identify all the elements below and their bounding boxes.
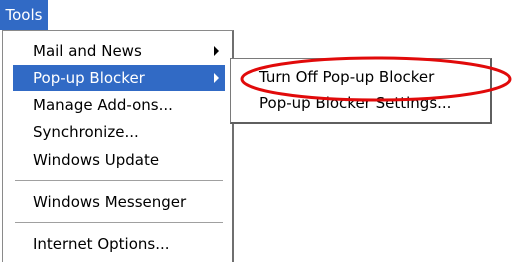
- popup-blocker-submenu: Turn Off Pop-up Blocker Pop-up Blocker S…: [230, 58, 492, 124]
- menu-item-label: Turn Off Pop-up Blocker: [259, 68, 435, 86]
- menu-item-popup-blocker-settings[interactable]: Pop-up Blocker Settings...: [235, 90, 485, 116]
- menu-item-label: Mail and News: [33, 42, 142, 60]
- tools-menu-label: Tools: [5, 6, 43, 24]
- menu-item-mail-and-news[interactable]: Mail and News: [13, 38, 225, 64]
- tools-menu-tab[interactable]: Tools: [0, 0, 48, 30]
- menu-item-label: Synchronize...: [33, 123, 139, 141]
- menu-separator: [15, 222, 223, 224]
- menu-item-internet-options[interactable]: Internet Options...: [13, 231, 225, 257]
- menu-item-manage-add-ons[interactable]: Manage Add-ons...: [13, 92, 225, 118]
- menu-item-label: Pop-up Blocker Settings...: [259, 94, 452, 112]
- menu-item-windows-messenger[interactable]: Windows Messenger: [13, 189, 225, 215]
- menu-item-synchronize[interactable]: Synchronize...: [13, 119, 225, 145]
- menu-item-label: Windows Messenger: [33, 193, 187, 211]
- menu-item-label: Manage Add-ons...: [33, 96, 173, 114]
- tools-dropdown-menu: Mail and News Pop-up Blocker Manage Add-…: [2, 30, 234, 262]
- menu-item-popup-blocker[interactable]: Pop-up Blocker: [13, 65, 225, 91]
- chevron-right-icon: [214, 73, 219, 83]
- menu-item-label: Pop-up Blocker: [33, 69, 145, 87]
- menu-separator: [15, 180, 223, 182]
- menu-item-label: Internet Options...: [33, 235, 170, 253]
- menu-item-windows-update[interactable]: Windows Update: [13, 147, 225, 173]
- menu-item-label: Windows Update: [33, 151, 160, 169]
- chevron-right-icon: [214, 46, 219, 56]
- menu-item-turn-off-popup-blocker[interactable]: Turn Off Pop-up Blocker: [235, 64, 485, 90]
